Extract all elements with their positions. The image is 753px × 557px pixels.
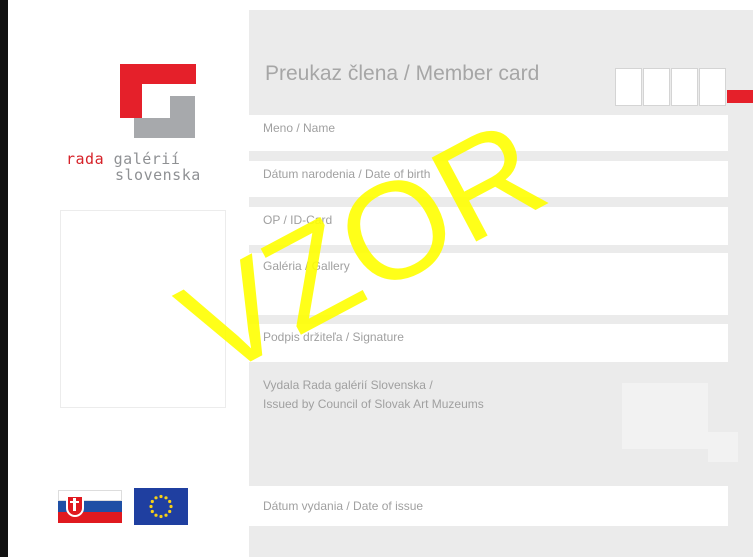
id-card-label: OP / ID-Card — [263, 213, 333, 227]
decorative-square — [622, 383, 708, 449]
photo-box — [60, 210, 226, 408]
date-of-birth-field: Dátum narodenia / Date of birth — [249, 161, 728, 197]
card-title: Preukaz člena / Member card — [265, 62, 540, 85]
issued-by-text: Vydala Rada galérií Slovenska / Issued b… — [263, 376, 484, 414]
date-of-issue-field: Dátum vydania / Date of issue — [249, 486, 728, 526]
gallery-field: Galéria / Gallery — [249, 253, 728, 315]
card-number-box — [615, 68, 642, 106]
logo-text-slovenska: slovenska — [115, 166, 201, 184]
card-number-box — [643, 68, 670, 106]
gallery-label: Galéria / Gallery — [263, 259, 350, 273]
signature-field: Podpis držiteľa / Signature — [249, 324, 728, 362]
name-label: Meno / Name — [263, 121, 336, 135]
left-edge-strip — [0, 0, 8, 557]
eu-flag-icon — [134, 488, 188, 525]
red-corner-mark — [727, 90, 753, 103]
signature-label: Podpis držiteľa / Signature — [263, 330, 404, 344]
card-number-box — [699, 68, 726, 106]
logo-text-rada: rada — [66, 150, 105, 168]
date-of-birth-label: Dátum narodenia / Date of birth — [263, 167, 431, 181]
logo-grey-bar-horizontal — [134, 118, 195, 138]
issued-by-line1: Vydala Rada galérií Slovenska / — [263, 378, 433, 392]
date-of-issue-label: Dátum vydania / Date of issue — [263, 499, 424, 513]
decorative-square — [708, 432, 738, 462]
card-number-box — [671, 68, 698, 106]
slovakia-flag-icon — [58, 490, 122, 523]
id-card-field: OP / ID-Card — [249, 207, 728, 245]
issued-by-line2: Issued by Council of Slovak Art Muzeums — [263, 397, 484, 411]
logo-red-bar-horizontal — [120, 64, 196, 84]
name-field: Meno / Name — [249, 115, 728, 151]
